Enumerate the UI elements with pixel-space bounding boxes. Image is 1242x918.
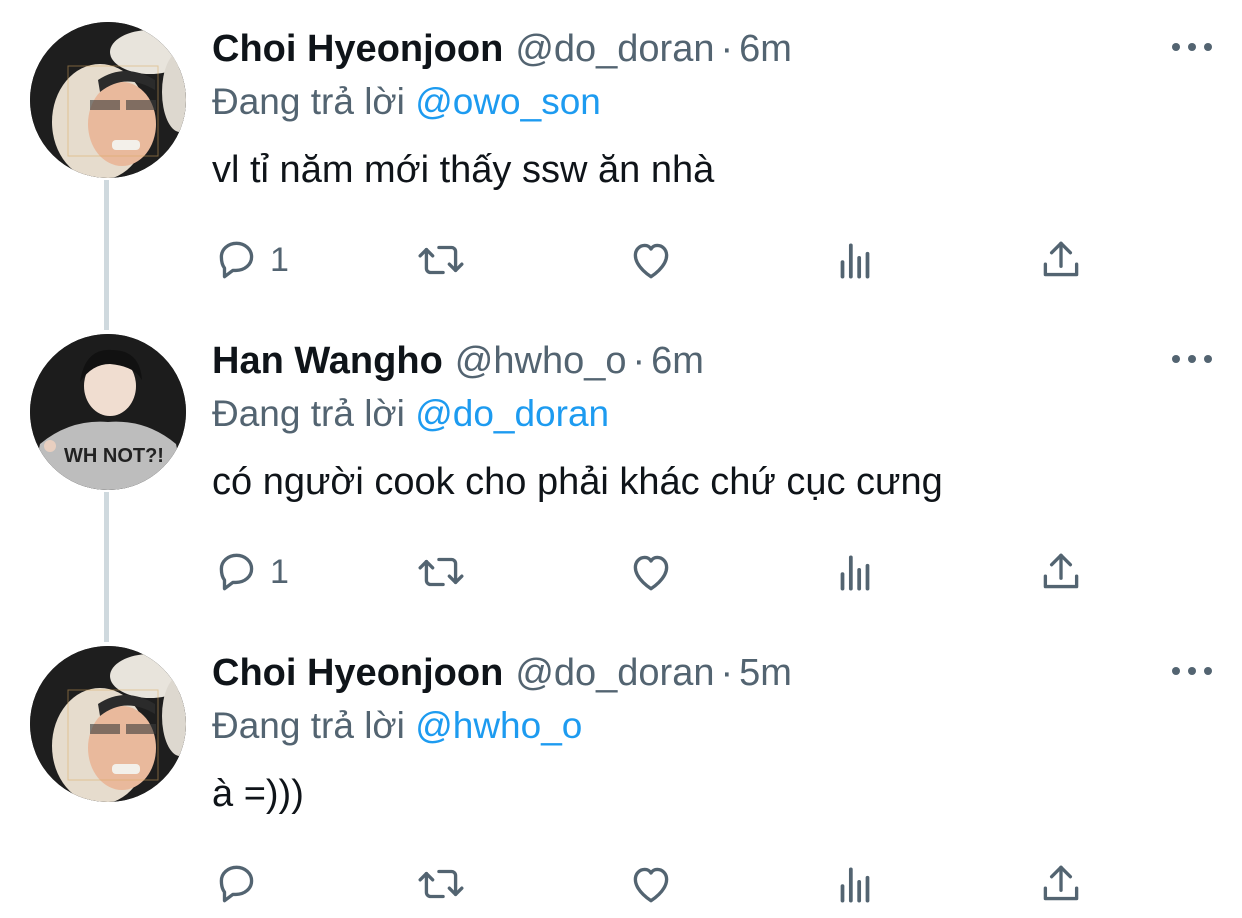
- tweet-actions: 1: [212, 544, 1092, 600]
- replying-prefix: Đang trả lời: [212, 705, 405, 746]
- timestamp[interactable]: 5m: [739, 652, 792, 694]
- three-dots-icon[interactable]: [1172, 344, 1212, 374]
- avatar[interactable]: [30, 646, 186, 802]
- replying-to: Đang trả lời @owo_son: [212, 80, 601, 124]
- speech-bubble-icon: [219, 553, 254, 591]
- tweet-actions: 1: [212, 232, 1092, 288]
- three-dots-icon[interactable]: [1172, 32, 1212, 62]
- tweet-text: có người cook cho phải khác chứ cục cưng: [212, 461, 943, 503]
- replying-prefix: Đang trả lời: [212, 393, 405, 434]
- views-button[interactable]: [830, 544, 880, 600]
- heart-icon: [633, 243, 669, 279]
- svg-text:WH NOT?!: WH NOT?!: [64, 445, 164, 467]
- mention-link[interactable]: @hwho_o: [415, 705, 582, 746]
- share-button[interactable]: [1036, 544, 1086, 600]
- speech-bubble-icon: [219, 865, 254, 903]
- tweet-thread: Choi Hyeonjoon @do_doran · 6m Đang trả lời …: [0, 0, 1242, 918]
- author-handle[interactable]: @do_doran: [515, 28, 714, 70]
- retweet-arrows-icon: [418, 245, 464, 275]
- share-button[interactable]: [1036, 232, 1086, 288]
- reply-button[interactable]: [212, 856, 270, 912]
- three-dots-icon[interactable]: [1172, 656, 1212, 686]
- bar-chart-icon: [840, 867, 870, 903]
- like-button[interactable]: [626, 856, 676, 912]
- separator-dot: ·: [632, 340, 646, 382]
- tweet-text: vl tỉ năm mới thấy ssw ăn nhà: [212, 149, 715, 191]
- tweet-text: à =))): [212, 773, 304, 815]
- author-name[interactable]: Choi Hyeonjoon: [212, 28, 503, 70]
- reply-button[interactable]: 1: [212, 544, 289, 600]
- tweet[interactable]: Choi Hyeonjoon @do_doran · 5m Đang trả lời …: [0, 624, 1242, 918]
- tweet-header: Choi Hyeonjoon @do_doran · 6m: [212, 26, 792, 72]
- views-button[interactable]: [830, 232, 880, 288]
- bar-chart-icon: [840, 555, 870, 591]
- heart-icon: [633, 867, 669, 903]
- author-handle[interactable]: @hwho_o: [455, 340, 627, 382]
- avatar[interactable]: WH NOT?!: [30, 334, 186, 490]
- retweet-arrows-icon: [418, 557, 464, 587]
- retweet-arrows-icon: [418, 869, 464, 899]
- separator-dot: ·: [720, 652, 734, 694]
- like-button[interactable]: [626, 544, 676, 600]
- retweet-button[interactable]: [416, 544, 466, 600]
- replying-to: Đang trả lời @do_doran: [212, 392, 609, 436]
- author-name[interactable]: Choi Hyeonjoon: [212, 652, 503, 694]
- reply-count: 1: [270, 240, 289, 279]
- author-handle[interactable]: @do_doran: [515, 652, 714, 694]
- speech-bubble-icon: [219, 241, 254, 279]
- reply-button[interactable]: 1: [212, 232, 289, 288]
- heart-icon: [633, 555, 669, 591]
- separator-dot: ·: [720, 28, 734, 70]
- tweet[interactable]: Choi Hyeonjoon @do_doran · 6m Đang trả lời …: [0, 0, 1242, 312]
- author-name[interactable]: Han Wangho: [212, 340, 443, 382]
- replying-to: Đang trả lời @hwho_o: [212, 704, 582, 748]
- avatar[interactable]: [30, 22, 186, 178]
- views-button[interactable]: [830, 856, 880, 912]
- retweet-button[interactable]: [416, 232, 466, 288]
- tweet[interactable]: WH NOT?! Han Wangho @hwho_o · 6m Đang trả l…: [0, 312, 1242, 624]
- replying-prefix: Đang trả lời: [212, 81, 405, 122]
- upload-arrow-icon: [1043, 865, 1079, 901]
- timestamp[interactable]: 6m: [651, 340, 704, 382]
- share-button[interactable]: [1036, 856, 1086, 912]
- mention-link[interactable]: @owo_son: [415, 81, 601, 122]
- upload-arrow-icon: [1043, 553, 1079, 589]
- like-button[interactable]: [626, 232, 676, 288]
- reply-count: 1: [270, 552, 289, 591]
- retweet-button[interactable]: [416, 856, 466, 912]
- bar-chart-icon: [840, 243, 870, 279]
- tweet-actions: [212, 856, 1092, 912]
- upload-arrow-icon: [1043, 241, 1079, 277]
- mention-link[interactable]: @do_doran: [415, 393, 609, 434]
- tweet-header: Choi Hyeonjoon @do_doran · 5m: [212, 650, 792, 696]
- tweet-header: Han Wangho @hwho_o · 6m: [212, 338, 704, 384]
- timestamp[interactable]: 6m: [739, 28, 792, 70]
